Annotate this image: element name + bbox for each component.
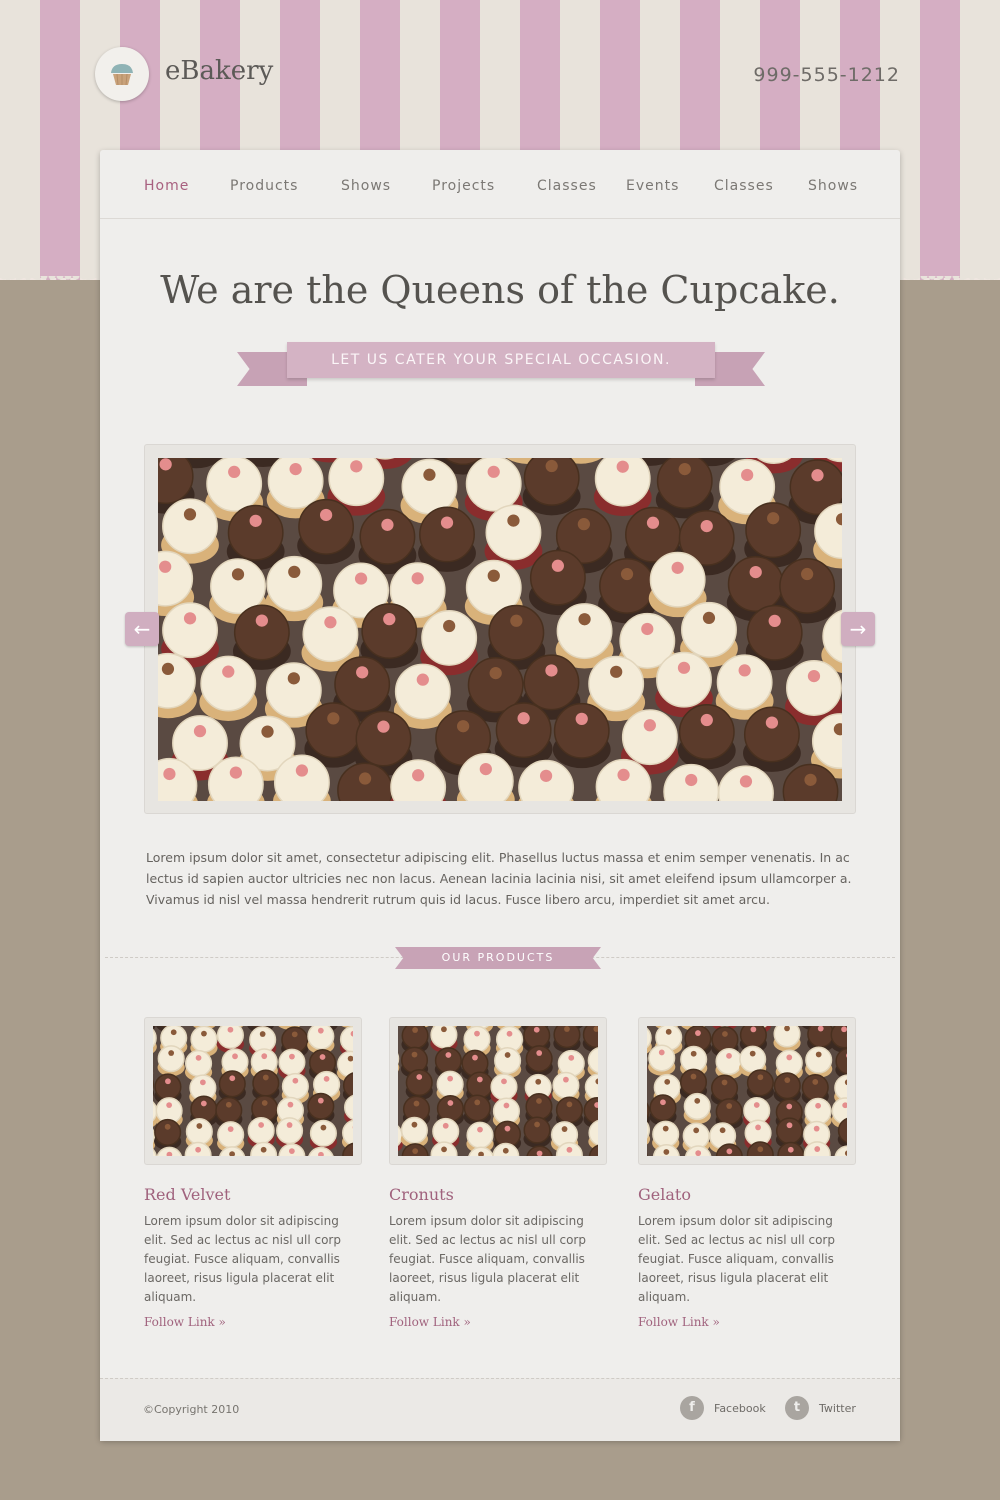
nav-products[interactable]: Products [230, 178, 298, 194]
product-title[interactable]: Cronuts [389, 1185, 607, 1204]
logo[interactable] [95, 47, 149, 101]
cupcakes-thumbnail [398, 1026, 598, 1156]
product-title[interactable]: Red Velvet [144, 1185, 362, 1204]
slider-next-button[interactable]: → [841, 612, 875, 646]
product-image-frame[interactable] [389, 1017, 607, 1165]
nav-home[interactable]: Home [144, 178, 189, 194]
phone-number: 999-555-1212 [753, 64, 900, 86]
product-card-red-velvet: Red Velvet Lorem ipsum dolor sit adipisc… [144, 1017, 362, 1329]
facebook-link[interactable]: f Facebook [680, 1396, 766, 1420]
follow-link[interactable]: Follow Link » [144, 1315, 362, 1329]
slider-prev-button[interactable]: ← [125, 612, 159, 646]
page-headline: We are the Queens of the Cupcake. [160, 268, 840, 312]
product-image [398, 1026, 598, 1156]
nav-events[interactable]: Events [626, 178, 679, 194]
hero-ribbon: LET US CATER YOUR SPECIAL OCCASION. [237, 342, 765, 386]
product-description: Lorem ipsum dolor sit adipiscing elit. S… [144, 1214, 341, 1304]
cupcakes-photo [158, 458, 842, 801]
nav-classes-2[interactable]: Classes [714, 178, 774, 194]
product-image-frame[interactable] [638, 1017, 856, 1165]
nav-shows[interactable]: Shows [341, 178, 391, 194]
product-image [153, 1026, 353, 1156]
product-description: Lorem ipsum dolor sit adipiscing elit. S… [389, 1214, 586, 1304]
twitter-icon: t [785, 1396, 809, 1420]
intro-paragraph: Lorem ipsum dolor sit amet, consectetur … [146, 850, 852, 907]
product-title[interactable]: Gelato [638, 1185, 856, 1204]
facebook-icon: f [680, 1396, 704, 1420]
product-image-frame[interactable] [144, 1017, 362, 1165]
nav-projects[interactable]: Projects [432, 178, 495, 194]
main-card: Home Products Shows Projects Classes Eve… [100, 150, 900, 1441]
footer: ©Copyright 2010 f Facebook t Twitter [100, 1378, 900, 1441]
product-description: Lorem ipsum dolor sit adipiscing elit. S… [638, 1214, 835, 1304]
follow-link[interactable]: Follow Link » [389, 1315, 607, 1329]
cupcake-icon [111, 64, 133, 86]
cupcakes-thumbnail [647, 1026, 847, 1156]
brand-name[interactable]: eBakery [165, 56, 273, 86]
slider-image [158, 458, 842, 801]
follow-link[interactable]: Follow Link » [638, 1315, 856, 1329]
nav-shows-2[interactable]: Shows [808, 178, 858, 194]
image-slider [144, 444, 856, 814]
facebook-label: Facebook [714, 1401, 766, 1415]
product-image [647, 1026, 847, 1156]
twitter-link[interactable]: t Twitter [785, 1396, 856, 1420]
our-products-label: OUR PRODUCTS [395, 947, 601, 969]
twitter-label: Twitter [819, 1401, 856, 1415]
ribbon-text: LET US CATER YOUR SPECIAL OCCASION. [287, 342, 715, 378]
cupcakes-thumbnail [153, 1026, 353, 1156]
copyright-text: ©Copyright 2010 [143, 1403, 240, 1416]
nav-classes[interactable]: Classes [537, 178, 597, 194]
product-card-gelato: Gelato Lorem ipsum dolor sit adipiscing … [638, 1017, 856, 1329]
main-nav: Home Products Shows Projects Classes Eve… [100, 150, 900, 219]
product-card-cronuts: Cronuts Lorem ipsum dolor sit adipiscing… [389, 1017, 607, 1329]
